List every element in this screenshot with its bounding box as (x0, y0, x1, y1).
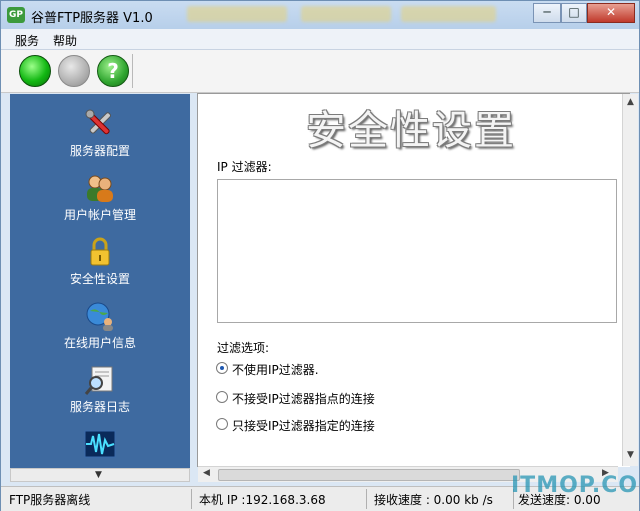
filter-options-label: 过滤选项: (217, 341, 270, 355)
site-watermark: ITMOP.COM (511, 473, 640, 498)
chevron-down-icon: ▼ (95, 470, 102, 480)
security-settings-panel: 安全性设置 IP 过滤器: 过滤选项: 不使用IP过滤器. 不接受IP过滤器指点… (197, 93, 630, 482)
sidebar-item-server-log[interactable]: 服务器日志 (10, 364, 190, 415)
sidebar-item-label: 用户帐户管理 (63, 208, 136, 222)
close-button[interactable]: ✕ (587, 3, 635, 23)
scroll-thumb[interactable] (218, 469, 520, 481)
window-title: 谷普FTP服务器 V1.0 (31, 11, 153, 26)
start-server-button[interactable] (19, 55, 51, 87)
sidebar-item-server-config[interactable]: 服务器配置 (10, 108, 190, 159)
globe-users-icon (86, 302, 113, 331)
stop-server-button[interactable] (58, 55, 90, 87)
log-magnifier-icon (84, 366, 113, 395)
ip-filter-list[interactable] (217, 179, 617, 323)
sidebar-item-label: 安全性设置 (69, 272, 130, 286)
local-ip-text: 本机 IP :192.168.3.68 (199, 493, 326, 507)
menu-bar: 服务 帮助 (1, 29, 639, 50)
receive-speed-text: 接收速度 : 0.00 kb /s (374, 493, 493, 507)
option-label: 不使用IP过滤器. (232, 363, 319, 377)
sidebar-item-label: 服务器日志 (69, 400, 130, 414)
users-icon (87, 175, 113, 202)
statistics-wave-icon (84, 430, 116, 458)
menu-service[interactable]: 服务 (15, 32, 39, 49)
status-divider (191, 489, 192, 509)
app-logo-icon: GP (7, 7, 25, 23)
tools-icon (85, 109, 111, 135)
lock-icon (90, 237, 110, 266)
sidebar-item-statistics[interactable] (10, 428, 190, 462)
blurred-taskbar-item (401, 6, 496, 22)
maximize-button[interactable]: □ (561, 3, 587, 23)
radio-reject-filtered[interactable] (216, 391, 228, 403)
menu-help[interactable]: 帮助 (53, 32, 77, 49)
sidebar: 服务器配置 用户帐户管理 安全性设置 在线用户信息 服务器日志 (10, 94, 190, 468)
option-label: 只接受IP过滤器指定的连接 (232, 419, 375, 433)
app-window: GP 谷普FTP服务器 V1.0 ─ □ ✕ 服务 帮助 ? 服务器配置 用户帐… (0, 0, 640, 511)
radio-accept-filtered[interactable] (216, 418, 228, 430)
sidebar-item-label: 在线用户信息 (63, 336, 136, 350)
sidebar-item-label: 服务器配置 (69, 144, 130, 158)
sidebar-item-online-users[interactable]: 在线用户信息 (10, 300, 190, 351)
status-divider (366, 489, 367, 509)
scroll-left-icon: ◀ (203, 468, 210, 478)
server-status-text: FTP服务器离线 (9, 493, 91, 507)
page-title: 安全性设置 (306, 108, 516, 154)
sidebar-scroll-button[interactable]: ▼ (10, 468, 190, 482)
toolbar-separator (132, 54, 133, 88)
blurred-taskbar-item (301, 6, 391, 22)
radio-no-ip-filter[interactable] (216, 362, 228, 374)
option-label: 不接受IP过滤器指点的连接 (232, 392, 375, 406)
minimize-button[interactable]: ─ (533, 3, 561, 23)
scroll-up-icon: ▲ (627, 97, 634, 107)
vertical-scrollbar[interactable]: ▲ ▼ (622, 94, 638, 466)
scroll-down-icon: ▼ (627, 450, 634, 460)
sidebar-item-user-accounts[interactable]: 用户帐户管理 (10, 172, 190, 223)
blurred-taskbar-item (187, 6, 287, 22)
sidebar-item-security[interactable]: 安全性设置 (10, 236, 190, 287)
toolbar: ? (1, 50, 639, 93)
ip-filter-label: IP 过滤器: (217, 160, 272, 174)
help-button[interactable]: ? (97, 55, 129, 87)
title-bar[interactable]: GP 谷普FTP服务器 V1.0 ─ □ ✕ (1, 1, 639, 29)
